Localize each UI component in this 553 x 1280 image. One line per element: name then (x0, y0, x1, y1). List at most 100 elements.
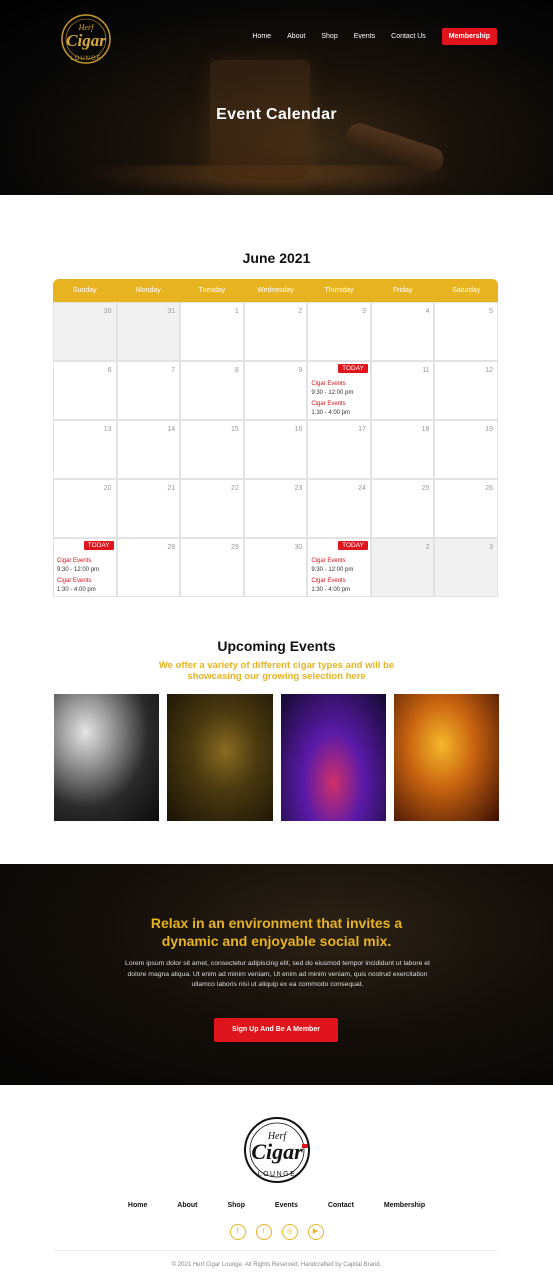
day-of-week-header: Wednesday (257, 287, 294, 294)
calendar-day-cell[interactable]: 15 (180, 420, 244, 479)
day-number: 30 (103, 308, 112, 315)
day-number: 23 (294, 485, 303, 492)
calendar-day-cell[interactable]: 11 (370, 361, 435, 420)
calendar-day-cell[interactable]: 20 (53, 479, 117, 538)
footer-nav-membership[interactable]: Membership (384, 1202, 425, 1209)
calendar-day-cell[interactable]: 25 (370, 479, 435, 538)
event-title: Cigar Events (311, 558, 346, 564)
calendar-day-cell[interactable]: 4 (370, 302, 435, 361)
calendar-day-cell[interactable]: 31 (116, 302, 181, 361)
gallery-image-dj-hands[interactable] (393, 694, 499, 821)
calendar-day-cell[interactable]: 22 (180, 479, 244, 538)
calendar-day-cell[interactable]: 8 (180, 361, 244, 420)
event-gallery (54, 694, 499, 821)
calendar-day-cell[interactable]: 29 (180, 538, 244, 597)
day-number: 5 (489, 308, 494, 315)
day-number: 1 (234, 308, 239, 315)
calendar-event[interactable]: Cigar Events 1:30 - 4:00 pm (57, 577, 96, 595)
social-links: f t ◎ ▶ (0, 1224, 553, 1240)
calendar-day-cell[interactable]: 12 (434, 361, 499, 420)
calendar-day-cell[interactable]: TODAY Cigar Events 9:30 - 12:00 pm Cigar Ev… (53, 538, 117, 597)
calendar-day-cell[interactable]: 13 (53, 420, 117, 479)
day-number: 11 (422, 367, 430, 374)
logo[interactable]: Herf Cigar LOUNGE (52, 10, 120, 68)
today-badge: TODAY (338, 364, 368, 373)
calendar-week-row: TODAY Cigar Events 9:30 - 12:00 pm Cigar Ev… (53, 538, 499, 597)
membership-button[interactable]: Membership (441, 28, 497, 45)
calendar-day-cell[interactable]: 30 (243, 538, 308, 597)
day-number: 13 (103, 426, 112, 433)
footer-divider (54, 1250, 499, 1251)
event-time: 9:30 - 12:00 pm (311, 390, 354, 396)
calendar-day-cell[interactable]: 3 (434, 538, 499, 597)
day-number: 29 (230, 544, 239, 551)
event-calendar: Sunday Monday Tuesday Wednesday Thursday Frid… (53, 279, 499, 597)
calendar-header-row: Sunday Monday Tuesday Wednesday Thursday Frid… (53, 279, 498, 302)
calendar-day-cell[interactable]: 5 (434, 302, 499, 361)
nav-home[interactable]: Home (252, 33, 271, 40)
gallery-image-dj-deck[interactable] (280, 694, 386, 821)
gallery-image-smoking[interactable] (54, 694, 160, 821)
calendar-day-cell[interactable]: 2 (370, 538, 435, 597)
day-number: 22 (230, 485, 239, 492)
calendar-day-cell[interactable]: 14 (116, 420, 181, 479)
event-time: 1:30 - 4:00 pm (57, 587, 96, 593)
calendar-day-cell[interactable]: TODAY Cigar Events 9:30 - 12:00 pm Cigar Ev… (307, 538, 371, 597)
nav-contact[interactable]: Contact Us (391, 33, 426, 40)
day-of-week-header: Monday (135, 287, 161, 294)
nav-events[interactable]: Events (354, 33, 375, 40)
day-number: 12 (485, 367, 494, 374)
day-number: 6 (107, 367, 112, 374)
calendar-day-cell[interactable]: 23 (243, 479, 308, 538)
calendar-week-row: 6 7 8 9 TODAY Cigar Events 9:30 - 12:00 pm Ciga… (53, 361, 499, 420)
logo-word-cigar: Cigar (66, 31, 106, 50)
calendar-day-cell[interactable]: 24 (307, 479, 371, 538)
calendar-event[interactable]: Cigar Events 9:30 - 12:00 pm (311, 557, 353, 575)
calendar-body: 30 31 1 2 3 4 5 6 7 8 9 TODAY Cigar Events 9:30 - 12:… (53, 302, 499, 597)
youtube-icon[interactable]: ▶ (307, 1224, 324, 1240)
calendar-day-cell[interactable]: 9 (243, 361, 308, 420)
calendar-day-cell[interactable]: 30 (53, 302, 117, 361)
calendar-event[interactable]: Cigar Events 9:30 - 12:00 pm (57, 557, 99, 575)
calendar-day-cell[interactable]: 1 (180, 302, 244, 361)
gallery-image-performer[interactable] (167, 694, 273, 821)
footer-nav-shop[interactable]: Shop (227, 1202, 245, 1209)
instagram-icon[interactable]: ◎ (281, 1224, 298, 1240)
footer-nav-events[interactable]: Events (275, 1202, 298, 1209)
calendar-day-cell[interactable]: 3 (307, 302, 371, 361)
calendar-day-cell[interactable]: 2 (243, 302, 308, 361)
calendar-day-cell[interactable]: 19 (434, 420, 499, 479)
footer-nav-contact[interactable]: Contact (328, 1202, 354, 1209)
nav-shop[interactable]: Shop (321, 33, 337, 40)
footer-logo[interactable]: Herf Cigar LOUNGE (236, 1112, 318, 1188)
upcoming-events-subtitle: We offer a variety of different cigar ty… (158, 660, 395, 682)
calendar-day-cell[interactable]: 6 (53, 361, 117, 420)
footer-nav-home[interactable]: Home (128, 1202, 147, 1209)
day-number: 18 (421, 426, 430, 433)
facebook-icon[interactable]: f (229, 1224, 246, 1240)
twitter-icon[interactable]: t (255, 1224, 272, 1240)
signup-member-button[interactable]: Sign Up And Be A Member (214, 1018, 338, 1042)
calendar-day-cell[interactable]: 16 (243, 420, 308, 479)
calendar-day-cell[interactable]: 26 (434, 479, 499, 538)
calendar-day-cell[interactable]: 28 (116, 538, 181, 597)
calendar-event[interactable]: Cigar Events 9:30 - 12:00 pm (311, 380, 353, 398)
nav-about[interactable]: About (287, 33, 305, 40)
today-badge: TODAY (338, 541, 368, 550)
day-number: 20 (103, 485, 112, 492)
calendar-day-cell[interactable]: 17 (307, 420, 371, 479)
calendar-event[interactable]: Cigar Events 1:30 - 4:00 pm (311, 577, 350, 595)
calendar-day-cell[interactable]: 7 (116, 361, 181, 420)
footer-nav-about[interactable]: About (177, 1202, 197, 1209)
event-time: 1:30 - 4:00 pm (311, 410, 351, 416)
day-number: 7 (171, 367, 176, 374)
calendar-day-cell[interactable]: 18 (370, 420, 435, 479)
calendar-event[interactable]: Cigar Events 1:30 - 4:00 pm (311, 400, 350, 418)
membership-cta-section: Relax in an environment that invites a d… (0, 864, 553, 1085)
calendar-week-row: 20 21 22 23 24 25 26 (53, 479, 499, 538)
day-of-week-header: Friday (392, 287, 413, 294)
event-time: 9:30 - 12:00 pm (311, 567, 354, 573)
calendar-day-cell[interactable]: TODAY Cigar Events 9:30 - 12:00 pm Cigar Ev… (307, 361, 371, 420)
calendar-day-cell[interactable]: 21 (116, 479, 181, 538)
day-number: 25 (421, 485, 430, 492)
